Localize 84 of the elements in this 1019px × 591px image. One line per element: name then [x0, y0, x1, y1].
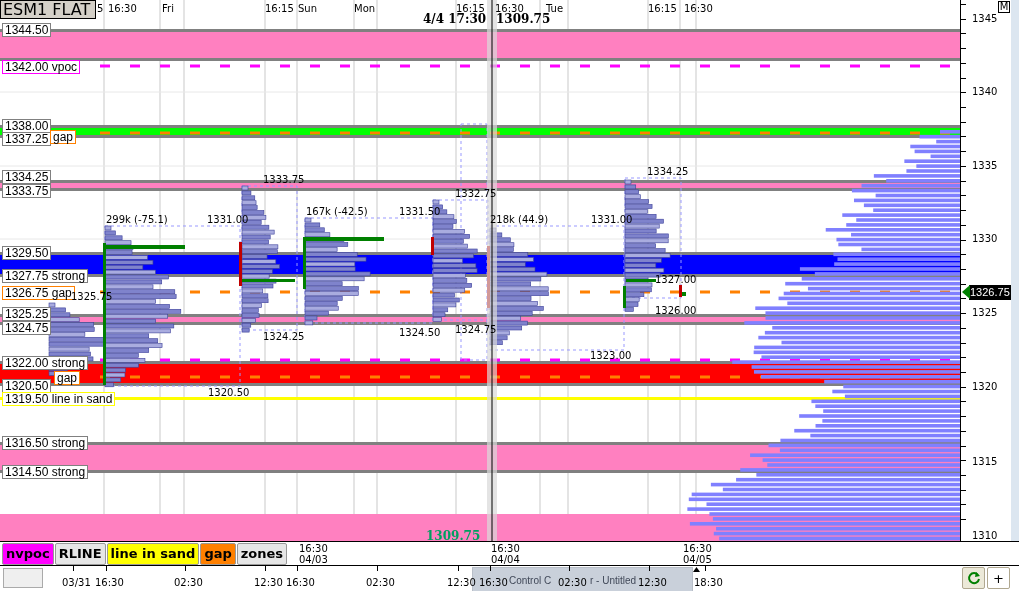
session-label: 1333.75: [263, 174, 305, 185]
refresh-icon: [966, 571, 981, 585]
current-price-marker: 1326.75: [969, 285, 1011, 300]
legend-button[interactable]: zones: [236, 542, 288, 565]
time-axis-label: 16:30: [479, 576, 508, 590]
price-level-label: 1333.75: [2, 184, 52, 198]
time-label: 16:30: [108, 2, 137, 16]
cursor-price: 1309.75: [426, 528, 481, 545]
scrollbar[interactable]: [1011, 0, 1019, 541]
session-label: 1331.00: [207, 214, 249, 225]
axis-price-label: 1340: [972, 86, 998, 97]
time-axis-label: 12:30: [254, 576, 283, 590]
time-axis-label: 16:30: [286, 576, 315, 590]
session-label: 1331.50: [399, 206, 441, 217]
date-label: 04/04: [491, 554, 520, 565]
session-label: 1324.50: [399, 327, 441, 338]
axis-price-label: 1325: [972, 307, 998, 318]
price-level-label: 1329.50: [2, 246, 52, 260]
price-level-label: 1320.50: [2, 379, 52, 393]
time-label: 16:15: [265, 2, 294, 16]
date-label-time: 16:30: [299, 543, 328, 554]
price-level-label: 1322.00 strong: [2, 356, 89, 370]
price-level-label: 1324.75: [2, 321, 52, 335]
time-label: 16:30: [495, 2, 524, 14]
time-label: Tue: [546, 2, 564, 14]
axis-price-label: 1345: [972, 13, 998, 24]
price-level-label: 1337.25: [2, 132, 52, 146]
symbol-title: ESM1 FLAT: [0, 0, 96, 19]
time-label: 5: [97, 2, 104, 16]
session-label: 1334.25: [647, 166, 689, 177]
session-label: 1320.50: [208, 387, 250, 398]
time-axis-label: 02:30: [174, 576, 203, 590]
crosshair-time: 4/4 17:30: [423, 12, 487, 28]
time-label: 16:30: [684, 2, 713, 16]
scroll-thumb[interactable]: [3, 568, 43, 588]
price-level-label: 1327.75 strong: [2, 269, 89, 283]
axis-price-label: 1330: [972, 233, 998, 244]
time-axis-label: 03/31: [62, 576, 91, 590]
price-level-label: 1342.00 vpoc: [2, 60, 81, 74]
time-label: 16:15: [456, 2, 485, 14]
date-label: 04/05: [683, 554, 712, 565]
time-axis-label: 02:30: [366, 576, 395, 590]
time-axis-label: 18:30: [694, 576, 723, 590]
legend-button[interactable]: line in sand: [106, 542, 200, 565]
time-label: Fri: [162, 2, 174, 16]
date-label-time: 16:30: [683, 543, 712, 554]
session-label: 299k (-75.1): [106, 214, 168, 225]
session-label: 1323.00: [590, 350, 632, 361]
date-label: 04/03: [299, 554, 328, 565]
popup-title: r - Untitled: [590, 575, 637, 586]
time-label: Sun: [298, 2, 318, 16]
time-axis-label: 16:30: [95, 576, 124, 590]
crosshair-price: 1309.75: [496, 12, 551, 28]
session-label: 1327.00: [655, 274, 697, 285]
axis-price-label: 1335: [972, 160, 998, 171]
price-level-label: 1338.00: [2, 119, 52, 133]
time-axis-label: 02:30: [558, 576, 587, 590]
price-level-label: 1344.50: [2, 23, 52, 37]
price-level-label: 1325.25: [2, 307, 52, 321]
price-level-label: 1316.50 strong: [2, 436, 89, 450]
price-level-label: 1319.50 line in sand: [2, 392, 116, 406]
time-axis-label: 12:30: [638, 576, 667, 590]
axis-price-label: 1320: [972, 381, 998, 392]
menu-button[interactable]: M: [998, 1, 1010, 13]
price-level-label: gap: [50, 130, 77, 144]
popup-title: Control C: [509, 575, 552, 586]
legend-button[interactable]: gap: [200, 542, 236, 565]
time-label: 16:15: [648, 2, 677, 16]
session-label: 1326.00: [655, 305, 697, 316]
price-pointer-icon: [962, 285, 970, 299]
axis-price-label: 1315: [972, 456, 998, 467]
session-label: 167k (-42.5): [306, 206, 368, 217]
date-label-time: 16:30: [491, 543, 520, 554]
session-label: 1324.25: [263, 331, 305, 342]
zoom-button[interactable]: +: [987, 567, 1010, 589]
time-label: Mon: [354, 2, 376, 16]
price-level-label: 1314.50 strong: [2, 465, 89, 479]
refresh-button[interactable]: [962, 567, 985, 589]
price-level-label: gap: [54, 371, 81, 385]
axis-price-label: 1310: [972, 530, 998, 541]
legend-button[interactable]: nvpoc: [2, 542, 54, 565]
legend-button[interactable]: RLINE: [54, 542, 106, 565]
price-level-label: 1334.25: [2, 170, 52, 184]
time-axis-label: 12:30: [447, 576, 476, 590]
